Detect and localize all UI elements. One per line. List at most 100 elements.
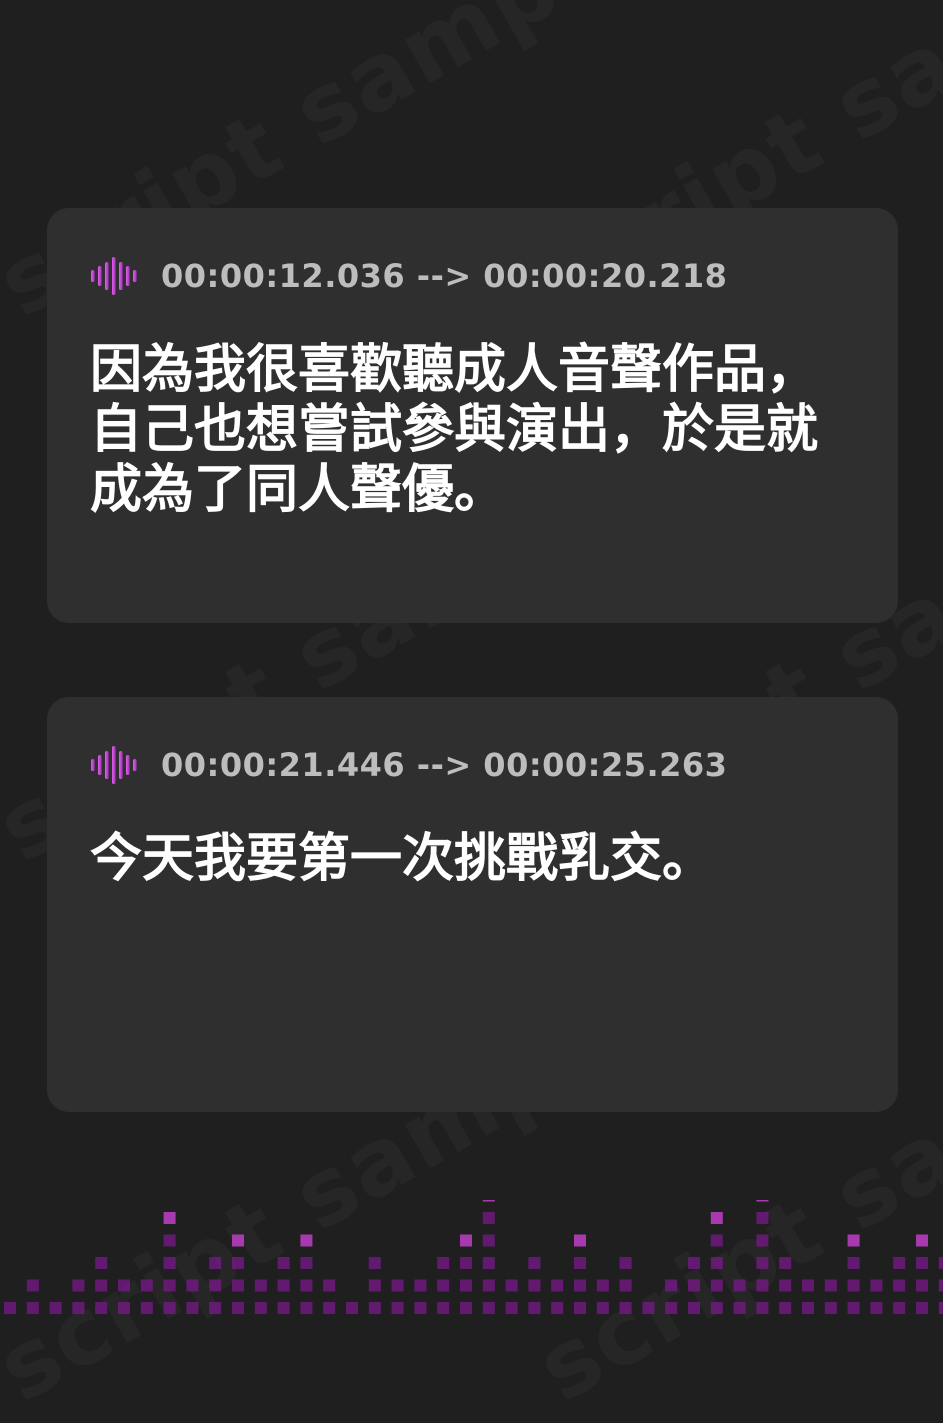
equalizer-block <box>232 1279 244 1292</box>
equalizer-block <box>574 1279 586 1292</box>
equalizer-block <box>938 1257 943 1269</box>
equalizer-block <box>482 1257 495 1269</box>
equalizer-block <box>779 1257 792 1269</box>
equalizer-block <box>186 1302 199 1314</box>
equalizer-block <box>847 1234 860 1247</box>
equalizer-block <box>824 1279 837 1292</box>
equalizer-block <box>163 1257 176 1269</box>
subtitle-cue-card: 00:00:12.036 --> 00:00:20.218 因為我很喜歡聽成人音… <box>47 208 898 623</box>
equalizer-block <box>254 1279 267 1292</box>
watermark-layer: script sample script sample script sampl… <box>0 0 943 1320</box>
equalizer-block <box>756 1234 769 1247</box>
equalizer-block <box>140 1279 153 1292</box>
equalizer-block <box>710 1212 723 1224</box>
equalizer-block <box>802 1279 814 1292</box>
equalizer-block <box>118 1279 130 1292</box>
equalizer-block <box>619 1279 632 1292</box>
equalizer-block <box>733 1279 746 1292</box>
equalizer-block <box>140 1302 153 1314</box>
equalizer-block <box>938 1279 943 1292</box>
equalizer-block <box>710 1257 723 1269</box>
cue-text: 因為我很喜歡聽成人音聲作品， 自己也想嘗試參與演出，於是就 成為了同人聲優。 <box>90 340 819 520</box>
equalizer-block <box>870 1279 883 1292</box>
cue-timestamp: 00:00:12.036 --> 00:00:20.218 <box>161 257 728 295</box>
equalizer-block <box>232 1257 244 1269</box>
equalizer-block <box>277 1302 290 1314</box>
equalizer-block <box>368 1302 381 1314</box>
equalizer-decoration <box>4 1200 943 1314</box>
equalizer-block <box>482 1279 495 1292</box>
equalizer-block <box>163 1212 176 1224</box>
equalizer-block <box>893 1279 906 1292</box>
equalizer-block <box>95 1279 108 1292</box>
equalizer-block <box>893 1302 906 1314</box>
equalizer-block <box>163 1279 176 1292</box>
equalizer-block <box>938 1302 943 1314</box>
equalizer-block <box>688 1257 700 1269</box>
equalizer-block <box>460 1234 472 1247</box>
equalizer-block <box>596 1302 609 1314</box>
equalizer-block <box>277 1257 290 1269</box>
equalizer-block <box>26 1279 39 1292</box>
equalizer-block <box>482 1234 495 1247</box>
equalizer-block <box>574 1302 586 1314</box>
equalizer-block <box>756 1200 769 1202</box>
equalizer-block <box>482 1302 495 1314</box>
equalizer-block <box>756 1302 769 1314</box>
equalizer-block <box>596 1279 609 1292</box>
equalizer-block <box>551 1279 564 1292</box>
equalizer-block <box>163 1302 176 1314</box>
equalizer-block <box>72 1302 85 1314</box>
equalizer-block <box>323 1279 336 1292</box>
equalizer-block <box>163 1234 176 1247</box>
equalizer-block <box>688 1302 700 1314</box>
equalizer-block <box>300 1279 313 1292</box>
equalizer-block <box>460 1257 472 1269</box>
equalizer-block <box>437 1302 450 1314</box>
equalizer-block <box>437 1257 450 1269</box>
equalizer-block <box>847 1302 860 1314</box>
equalizer-block <box>254 1302 267 1314</box>
equalizer-block <box>665 1302 678 1314</box>
equalizer-block <box>460 1302 472 1314</box>
equalizer-block <box>4 1302 16 1314</box>
equalizer-block <box>482 1212 495 1224</box>
equalizer-block <box>870 1302 883 1314</box>
equalizer-block <box>300 1234 313 1247</box>
equalizer-block <box>460 1279 472 1292</box>
equalizer-block <box>49 1302 62 1314</box>
equalizer-block <box>300 1257 313 1269</box>
equalizer-block <box>824 1302 837 1314</box>
equalizer-block <box>619 1302 632 1314</box>
equalizer-block <box>528 1302 541 1314</box>
equalizer-block <box>551 1302 564 1314</box>
equalizer-block <box>482 1200 495 1202</box>
equalizer-block <box>847 1257 860 1269</box>
equalizer-block <box>619 1257 632 1269</box>
equalizer-block <box>756 1257 769 1269</box>
equalizer-block <box>26 1302 39 1314</box>
equalizer-block <box>710 1234 723 1247</box>
equalizer-block <box>209 1302 222 1314</box>
equalizer-block <box>186 1279 199 1292</box>
equalizer-block <box>779 1302 792 1314</box>
equalizer-block <box>710 1279 723 1292</box>
equalizer-block <box>368 1279 381 1292</box>
cue-header: 00:00:21.446 --> 00:00:25.263 <box>90 745 727 785</box>
equalizer-block <box>756 1279 769 1292</box>
equalizer-block <box>916 1234 928 1247</box>
equalizer-block <box>232 1302 244 1314</box>
equalizer-block <box>847 1279 860 1292</box>
equalizer-block <box>72 1279 85 1292</box>
equalizer-block <box>574 1257 586 1269</box>
equalizer-block <box>391 1302 404 1314</box>
equalizer-block <box>323 1302 336 1314</box>
equalizer-block <box>414 1279 427 1292</box>
equalizer-block <box>642 1302 655 1314</box>
equalizer-block <box>368 1257 381 1269</box>
audio-wave-icon <box>91 746 137 784</box>
equalizer-block <box>95 1302 108 1314</box>
equalizer-block <box>528 1257 541 1269</box>
equalizer-block <box>346 1302 358 1314</box>
equalizer-block <box>414 1302 427 1314</box>
